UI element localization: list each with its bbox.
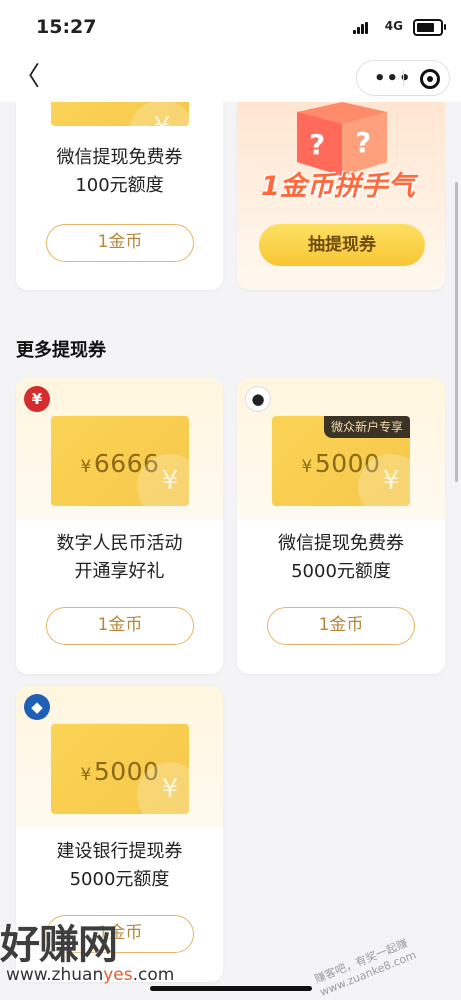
back-icon[interactable]: 〈 <box>14 64 40 92</box>
lucky-draw-card[interactable]: ? ? 1金币拼手气 抽提现券 <box>237 102 445 290</box>
status-bar: 15:27 4G <box>0 0 461 54</box>
yuan-watermark-icon: ¥ <box>129 102 189 126</box>
new-user-badge: 微众新户专享 <box>323 416 410 438</box>
card-title-line2: 5000元额度 <box>69 869 170 890</box>
site-watermark-url: www.zhuanyes.com <box>6 965 175 985</box>
coupon-image: ¥5000 ¥ <box>51 724 189 814</box>
coupon-card-webank-5000[interactable]: ● 微众新户专享 ¥5000 ¥ 微信提现免费券 5000元额度 1金币 <box>237 378 445 674</box>
svg-text:?: ? <box>309 128 325 161</box>
redeem-button[interactable]: 1金币 <box>46 607 194 645</box>
coupon-image: ¥6666 ¥ <box>51 416 189 506</box>
redeem-button[interactable]: 1金币 <box>46 224 194 262</box>
more-icon[interactable]: ••• <box>374 68 412 89</box>
scrollbar[interactable] <box>455 182 458 482</box>
ccb-logo-icon: ◆ <box>24 694 50 720</box>
section-title: 更多提现券 <box>16 340 106 361</box>
status-time: 15:27 <box>36 16 97 38</box>
card-title-line1: 数字人民币活动 <box>56 533 183 554</box>
coupon-image: 微众新户专享 ¥5000 ¥ <box>272 416 410 506</box>
signal-icon <box>353 22 369 34</box>
card-title-line1: 微信提现免费券 <box>56 147 183 168</box>
home-indicator <box>150 986 312 991</box>
digital-rmb-logo-icon: ¥ <box>24 386 50 412</box>
svg-text:?: ? <box>355 126 371 159</box>
close-mini-program-icon[interactable] <box>420 69 440 89</box>
webank-logo-icon: ● <box>245 386 271 412</box>
coupon-card-digital-rmb[interactable]: ¥ ¥6666 ¥ 数字人民币活动 开通享好礼 1金币 <box>16 378 223 674</box>
battery-icon <box>413 19 446 36</box>
capsule-divider <box>403 70 404 87</box>
network-label: 4G <box>384 19 403 33</box>
mini-program-capsule: ••• <box>356 60 450 96</box>
redeem-button[interactable]: 1金币 <box>267 607 415 645</box>
card-title-line1: 建设银行提现券 <box>56 841 183 862</box>
coupon-card-wechat-100[interactable]: ¥ 微信提现免费券 100元额度 1金币 <box>16 102 223 290</box>
coupon-image: ¥ <box>51 102 189 126</box>
card-title-line2: 100元额度 <box>75 175 164 196</box>
corner-watermark: 赚客吧，有奖一起赚 www.zuanke8.com <box>312 936 419 999</box>
card-title-line1: 微信提现免费券 <box>278 533 404 554</box>
draw-coupon-button[interactable]: 抽提现券 <box>259 224 425 266</box>
site-watermark: 好赚网 <box>0 922 118 968</box>
promo-title: 1金币拼手气 <box>261 171 415 202</box>
card-title-line2: 开通享好礼 <box>74 561 165 582</box>
card-title-line2: 5000元额度 <box>291 561 391 582</box>
nav-bar: 〈 ••• <box>0 54 461 102</box>
